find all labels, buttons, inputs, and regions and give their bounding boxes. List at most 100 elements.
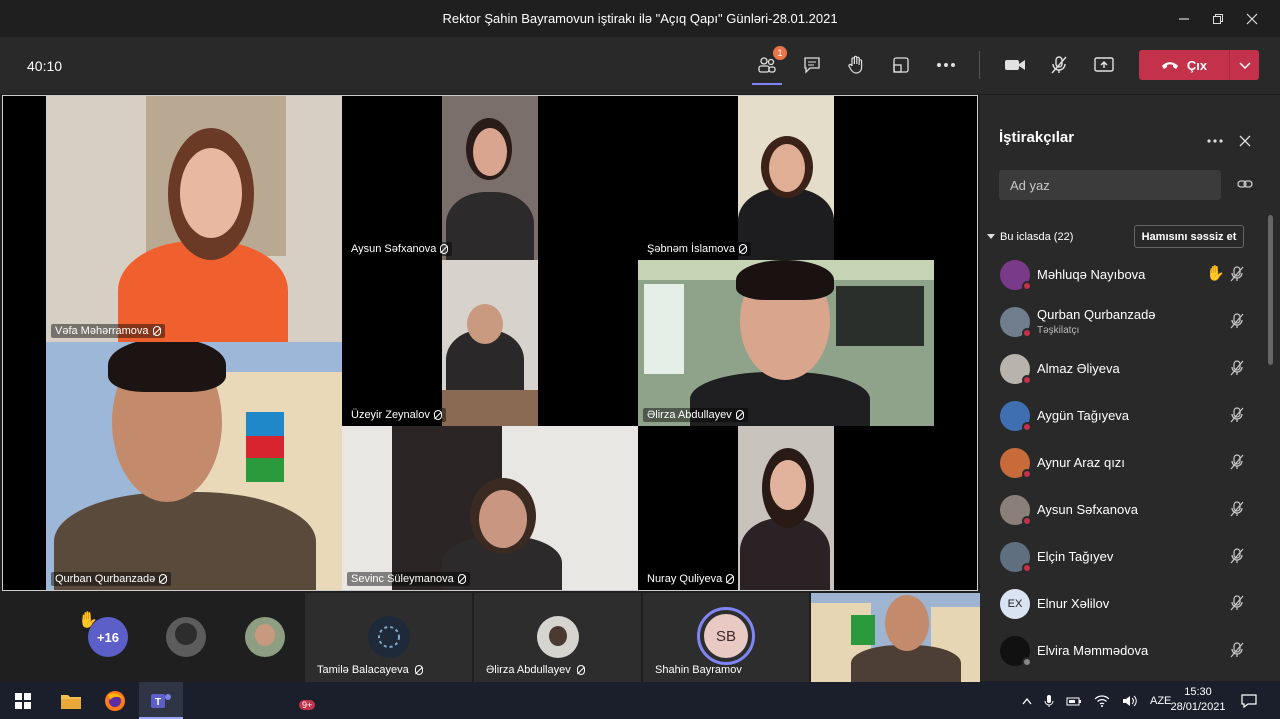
avatar <box>1000 260 1032 291</box>
participant-item[interactable]: Almaz Əliyeva <box>980 345 1268 391</box>
status-dot <box>1022 516 1032 526</box>
participants-badge: 1 <box>773 46 787 60</box>
leave-main[interactable]: Çıx <box>1139 58 1229 73</box>
minimize-icon[interactable] <box>1167 0 1201 37</box>
mic-off-icon <box>1229 548 1245 569</box>
avatar <box>1000 401 1032 432</box>
status-dot <box>1022 563 1032 573</box>
tile-name: Aysun Səfxanova <box>347 242 453 256</box>
tile-name: Qurban Qurbanzadə <box>51 572 172 586</box>
tile-name: Üzeyir Zeynalov <box>347 408 446 422</box>
participant-item[interactable]: Aynur Araz qızı <box>980 439 1268 485</box>
video-tile[interactable]: Vəfa Məhərramova <box>46 96 342 342</box>
mic-off-icon <box>433 410 442 420</box>
status-dot <box>1022 422 1032 432</box>
participant-item[interactable]: Qurban Qurbanzadə Təşkilatçı <box>980 298 1268 344</box>
avatar[interactable] <box>245 617 285 657</box>
participants-panel: İştirakçılar Bu iclasda (22) Hamısını sə… <box>980 95 1280 681</box>
title-bar: Rektor Şahin Bayramovun iştirakı ilə "Aç… <box>0 0 1280 37</box>
avatar <box>1000 354 1032 385</box>
video-tile[interactable]: Aysun Səfxanova <box>342 96 638 260</box>
mic-off-icon <box>414 665 423 675</box>
participant-item[interactable]: Elvira Məmmədova <box>980 627 1268 673</box>
video-tile[interactable]: Nuray Quliyeva <box>638 426 934 590</box>
strip-tile[interactable]: Tamilə Balacayeva <box>305 593 472 682</box>
self-view[interactable] <box>811 593 980 682</box>
video-tile[interactable]: Əlirza Abdullayev <box>638 260 934 426</box>
folder-icon <box>61 694 81 709</box>
participant-name: Qurban Qurbanzadə <box>1037 307 1156 322</box>
section-header[interactable]: Bu iclasda (22) <box>987 231 1073 243</box>
camera-button[interactable] <box>999 51 1031 79</box>
mic-off-icon <box>1229 454 1245 475</box>
file-explorer-button[interactable] <box>50 682 92 719</box>
video-tile[interactable]: Sevinc Süleymanova <box>342 426 638 590</box>
strip-name: Tamilə Balacayeva <box>317 664 423 676</box>
mic-off-icon <box>152 326 161 336</box>
raise-hand-button[interactable] <box>840 51 872 79</box>
share-button[interactable] <box>1088 51 1120 79</box>
strip-tile[interactable]: Əlirza Abdullayev <box>474 593 641 682</box>
chevron-up-icon[interactable] <box>1022 697 1032 705</box>
search-input[interactable] <box>999 170 1221 200</box>
mic-off-icon <box>159 574 168 584</box>
microphone-icon[interactable] <box>1044 694 1054 708</box>
tile-name: Nuray Quliyeva <box>643 572 739 586</box>
mic-button[interactable] <box>1043 51 1075 79</box>
video-tile[interactable]: Üzeyir Zeynalov <box>342 260 638 426</box>
firefox-button[interactable] <box>94 682 136 719</box>
participant-item[interactable]: Aysun Səfxanova <box>980 486 1268 532</box>
participant-item[interactable]: Elçin Tağıyev <box>980 533 1268 579</box>
taskbar: T 9+ AZE 15:30 28/01/2021 <box>0 682 1280 719</box>
start-button[interactable] <box>0 682 46 719</box>
strip-tile[interactable]: SB Shahin Bayramov <box>643 593 809 682</box>
participant-item[interactable]: Aygün Tağıyeva <box>980 392 1268 438</box>
leave-dropdown[interactable] <box>1229 50 1259 80</box>
link-icon <box>1237 180 1253 188</box>
status-dot <box>1022 328 1032 338</box>
notifications-button[interactable] <box>1236 682 1262 719</box>
tile-name: Sevinc Süleymanova <box>347 572 470 586</box>
panel-more-button[interactable] <box>1206 131 1224 149</box>
clock[interactable]: 15:30 28/01/2021 <box>1168 685 1228 715</box>
close-icon[interactable] <box>1235 0 1269 37</box>
panel-close-button[interactable] <box>1239 134 1251 152</box>
chevron-down-icon <box>987 234 995 239</box>
wifi-icon[interactable] <box>1094 694 1110 707</box>
rooms-icon <box>893 57 909 73</box>
avatar[interactable] <box>166 617 206 657</box>
rooms-button[interactable] <box>885 51 917 79</box>
mute-all-button[interactable]: Hamısını səssiz et <box>1134 225 1244 248</box>
panel-title: İştirakçılar <box>999 129 1075 146</box>
more-participants-button[interactable]: +16 <box>88 617 128 657</box>
participant-name: Almaz Əliyeva <box>1037 361 1120 376</box>
clock-date: 28/01/2021 <box>1170 701 1226 713</box>
teams-button[interactable]: T 9+ <box>139 682 316 719</box>
more-actions-button[interactable] <box>930 51 962 79</box>
battery-icon[interactable] <box>1066 695 1082 707</box>
participants-button[interactable]: 1 <box>751 46 787 79</box>
leave-button[interactable]: Çıx <box>1139 50 1259 80</box>
participant-item[interactable]: EX Elnur Xəlilov <box>980 580 1268 626</box>
volume-icon[interactable] <box>1122 695 1138 707</box>
mic-off-icon <box>1229 266 1245 287</box>
video-tile[interactable]: Qurban Qurbanzadə <box>46 342 342 590</box>
mic-off-icon <box>735 410 744 420</box>
toolbar-divider <box>979 51 980 79</box>
video-tile[interactable]: Şəbnəm İslamova <box>638 96 934 260</box>
maximize-icon[interactable] <box>1201 0 1235 37</box>
chat-button[interactable] <box>796 51 828 79</box>
more-icon <box>937 63 955 67</box>
participant-item[interactable]: Məhluqə Nayıbova ✋ <box>980 251 1268 297</box>
participant-name: Elnur Xəlilov <box>1037 596 1110 611</box>
video-grid: Vəfa Məhərramova Aysun Səfxanova Şəbnəm … <box>2 95 978 591</box>
window-controls <box>1167 0 1269 37</box>
meeting-toolbar: 40:10 1 Çıx <box>0 37 1280 94</box>
mic-off-icon <box>1229 360 1245 381</box>
hand-icon: ✋ <box>1206 265 1225 282</box>
svg-text:T: T <box>155 697 161 708</box>
share-invite-button[interactable] <box>1237 177 1253 196</box>
mic-off-icon <box>726 574 735 584</box>
teams-badge: 9+ <box>299 700 316 710</box>
scrollbar[interactable] <box>1268 215 1273 365</box>
